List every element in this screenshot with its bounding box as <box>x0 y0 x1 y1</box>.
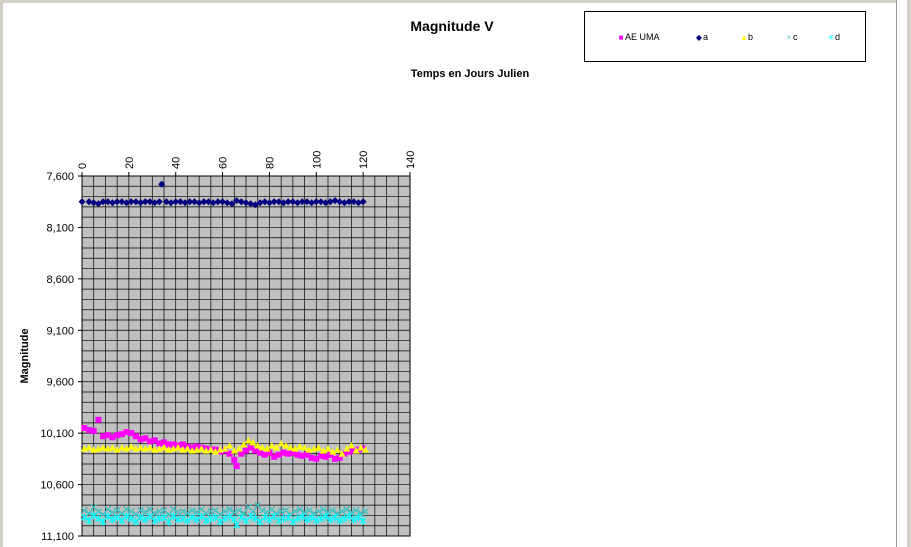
chart-title: Magnitude V <box>410 18 494 34</box>
y-tick-label: 10,100 <box>40 428 74 440</box>
legend-label: b <box>748 32 754 42</box>
legend-marker-square-icon: ■ <box>618 33 624 42</box>
y-tick-label: 7,600 <box>46 171 74 183</box>
legend-item-b: ▲b <box>740 32 753 42</box>
legend-label: c <box>793 32 798 42</box>
legend-label: d <box>835 32 841 42</box>
x-tick-label: 20 <box>124 157 136 169</box>
x-tick-label: 80 <box>264 157 276 169</box>
x-tick-label: 40 <box>171 157 183 169</box>
legend-item-d: ✳d <box>827 32 840 42</box>
legend-item-a: ◆a <box>695 32 708 42</box>
y-tick-label: 8,100 <box>46 222 74 234</box>
data-point <box>231 456 238 463</box>
legend-label: AE UMA <box>625 32 660 42</box>
x-tick-label: 0 <box>77 163 89 169</box>
data-point <box>90 428 97 435</box>
x-tick-label: 120 <box>358 151 370 169</box>
x-axis-label: Temps en Jours Julien <box>411 68 530 80</box>
data-point <box>226 450 233 457</box>
x-tick-label: 140 <box>405 151 417 169</box>
legend-marker-triangle-icon: ▲ <box>740 33 748 42</box>
y-axis-label: Magnitude <box>19 329 31 384</box>
y-tick-label: 8,600 <box>46 274 74 286</box>
chart: Magnitude V Temps en Jours Julien Magnit… <box>19 18 530 543</box>
y-tick-label: 10,600 <box>40 480 74 492</box>
x-tick-label: 60 <box>218 157 230 169</box>
legend-item-c: × c <box>785 32 798 42</box>
legend-item-ae-uma: ■ AE UMA <box>617 32 660 42</box>
legend-marker-x-icon: × <box>786 33 792 42</box>
legend-marker-diamond-icon: ◆ <box>695 33 703 42</box>
y-tick-label: 9,100 <box>46 325 74 337</box>
data-point <box>95 416 102 423</box>
legend-label: a <box>703 32 709 42</box>
legend: ■ AE UMA ◆a ▲b × c ✳d <box>584 11 866 62</box>
data-point <box>233 463 240 470</box>
y-tick-label: 11,100 <box>41 531 74 543</box>
x-tick-label: 100 <box>311 151 323 169</box>
legend-marker-asterisk-icon: ✳ <box>827 33 835 42</box>
y-tick-label: 9,600 <box>46 377 74 389</box>
